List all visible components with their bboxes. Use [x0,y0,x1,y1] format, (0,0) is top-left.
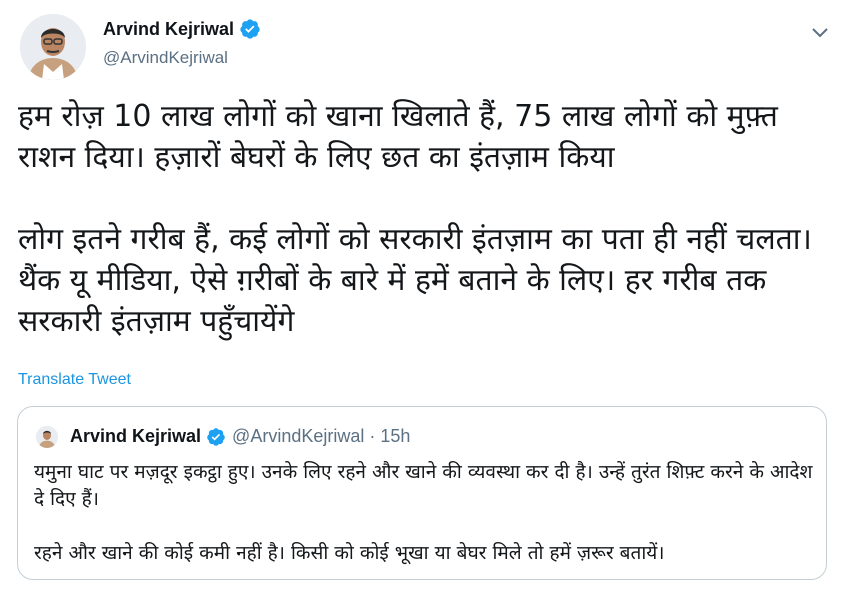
author-name-text: Arvind Kejriwal [103,18,235,39]
tweet-author-name[interactable]: Arvind Kejriwal [103,18,261,40]
translate-tweet-link[interactable]: Translate Tweet [18,371,131,389]
tweet-author-avatar[interactable] [20,14,86,80]
quoted-separator: · [369,426,376,446]
chevron-down-icon[interactable] [808,20,832,44]
quoted-author-name: Arvind Kejriwal [70,426,202,446]
quoted-tweet-header: Arvind Kejriwal @ArvindKejriwal · 15h [70,426,410,447]
verified-badge-icon [207,427,225,446]
avatar-photo [20,14,86,80]
quoted-author-avatar [36,426,58,448]
quoted-tweet-card[interactable]: Arvind Kejriwal @ArvindKejriwal · 15h यम… [17,406,827,580]
quoted-avatar-photo [36,426,58,448]
quoted-timestamp: 15h [380,426,411,446]
verified-badge-icon [240,19,260,39]
tweet-text: हम रोज़ 10 लाख लोगों को खाना खिलाते हैं,… [18,99,812,339]
tweet-author-handle[interactable]: @ArvindKejriwal [103,48,228,68]
quoted-tweet-text: यमुना घाट पर मज़दूर इकट्ठा हुए। उनके लिए… [34,461,813,564]
quoted-author-handle: @ArvindKejriwal [232,426,365,446]
